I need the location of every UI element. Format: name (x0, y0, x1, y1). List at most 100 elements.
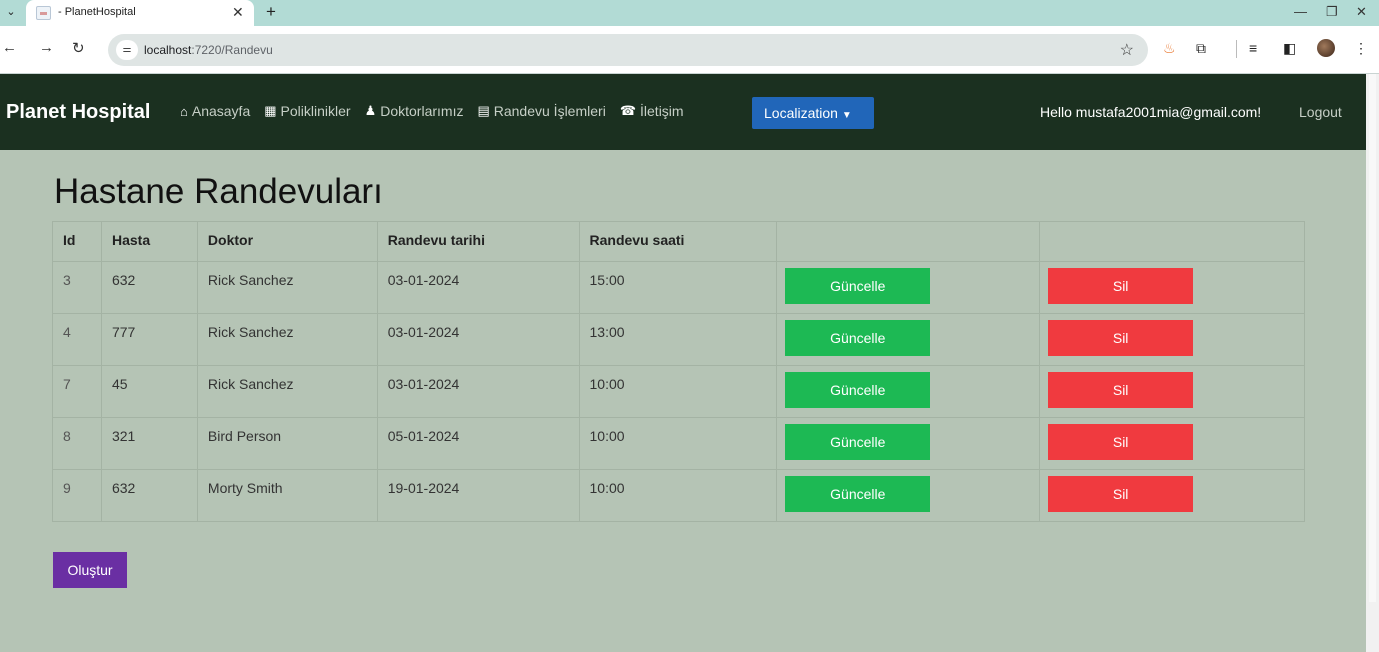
nav-link-poliklinikler[interactable]: ▦ Poliklinikler (264, 103, 350, 119)
cell-update: Güncelle (776, 469, 1041, 522)
nav-link-doktorlar[interactable]: ♟ Doktorlarımız (365, 103, 464, 119)
side-panel-icon[interactable]: ◧ (1283, 40, 1296, 57)
cell-doktor: Rick Sanchez (196, 313, 378, 366)
table-row: 3 632 Rick Sanchez 03-01-2024 15:00 Günc… (52, 261, 1305, 314)
cell-tarih: 03-01-2024 (376, 261, 580, 314)
table-row: 9 632 Morty Smith 19-01-2024 10:00 Günce… (52, 469, 1305, 522)
cell-update: Güncelle (776, 313, 1041, 366)
page-title: Hastane Randevuları (54, 172, 383, 211)
column-header: Id (52, 221, 102, 262)
cell-saat: 10:00 (578, 417, 778, 470)
column-header: Hasta (100, 221, 198, 262)
browser-tab[interactable]: - PlanetHospital ✕ (26, 0, 254, 26)
home-icon: ⌂ (180, 103, 188, 119)
cell-hasta: 632 (100, 261, 198, 314)
hospital-icon: ▦ (264, 103, 277, 118)
table-row: 7 45 Rick Sanchez 03-01-2024 10:00 Günce… (52, 365, 1305, 418)
close-tab-icon[interactable]: ✕ (232, 4, 244, 21)
table-row: 4 777 Rick Sanchez 03-01-2024 13:00 Günc… (52, 313, 1305, 366)
delete-button[interactable]: Sil (1048, 268, 1194, 304)
cell-delete: Sil (1039, 417, 1305, 470)
extensions-puzzle-icon[interactable]: ⧉ (1196, 40, 1206, 57)
brand-link[interactable]: Planet Hospital (6, 101, 150, 124)
cell-saat: 10:00 (578, 365, 778, 418)
cell-tarih: 19-01-2024 (376, 469, 580, 522)
url-bar[interactable]: ⚌ localhost:7220/Randevu ☆ (108, 34, 1148, 66)
forward-icon[interactable]: → (39, 39, 54, 56)
delete-button[interactable]: Sil (1048, 424, 1194, 460)
appointments-table: Id Hasta Doktor Randevu tarihi Randevu s… (52, 221, 1305, 522)
scrollbar-thumb[interactable] (1369, 74, 1376, 602)
address-bar: ← → ↻ ⚌ localhost:7220/Randevu ☆ ♨ ⧉ ≡ ◧… (0, 26, 1379, 74)
table-row: 8 321 Bird Person 05-01-2024 10:00 Günce… (52, 417, 1305, 470)
cell-doktor: Morty Smith (196, 469, 378, 522)
extension-flame-icon[interactable]: ♨ (1163, 40, 1176, 57)
nav-links: ⌂ Anasayfa ▦ Poliklinikler ♟ Doktorlarımız … (180, 103, 684, 119)
cell-id: 9 (52, 469, 102, 522)
column-header (776, 221, 1041, 262)
cell-hasta: 632 (100, 469, 198, 522)
cell-hasta: 321 (100, 417, 198, 470)
bookmark-star-icon[interactable]: ☆ (1120, 40, 1134, 60)
caret-down-icon: ▼ (841, 110, 852, 121)
create-button[interactable]: Oluştur (53, 552, 127, 588)
cell-hasta: 777 (100, 313, 198, 366)
cell-update: Güncelle (776, 417, 1041, 470)
site-navbar: Planet Hospital ⌂ Anasayfa ▦ Poliklinikler… (0, 74, 1366, 150)
cell-id: 7 (52, 365, 102, 418)
logout-link[interactable]: Logout (1299, 104, 1342, 120)
cell-saat: 10:00 (578, 469, 778, 522)
doctor-icon: ♟ (364, 103, 377, 118)
new-tab-icon[interactable]: + (266, 2, 276, 22)
column-header: Randevu saati (578, 221, 778, 262)
reload-icon[interactable]: ↻ (72, 39, 85, 57)
favicon-icon (36, 6, 51, 20)
user-greeting[interactable]: Hello mustafa2001mia@gmail.com! (1040, 104, 1261, 120)
url-text[interactable]: localhost:7220/Randevu (144, 43, 273, 57)
browser-tabstrip: ⌄ - PlanetHospital ✕ + — ❐ ✕ (0, 0, 1379, 26)
update-button[interactable]: Güncelle (785, 320, 931, 356)
update-button[interactable]: Güncelle (785, 268, 931, 304)
site-info-icon[interactable]: ⚌ (116, 40, 138, 60)
localization-dropdown[interactable]: Localization ▼ (752, 97, 874, 129)
table-header-row: Id Hasta Doktor Randevu tarihi Randevu s… (52, 221, 1305, 262)
update-button[interactable]: Güncelle (785, 372, 931, 408)
cell-delete: Sil (1039, 313, 1305, 366)
profile-avatar-icon[interactable] (1317, 39, 1335, 57)
nav-link-anasayfa[interactable]: ⌂ Anasayfa (180, 103, 250, 119)
cell-tarih: 03-01-2024 (376, 313, 580, 366)
column-header: Doktor (196, 221, 378, 262)
delete-button[interactable]: Sil (1048, 476, 1194, 512)
close-window-icon[interactable]: ✕ (1356, 4, 1367, 20)
cell-tarih: 05-01-2024 (376, 417, 580, 470)
menu-kebab-icon[interactable]: ⋮ (1354, 40, 1368, 57)
reading-list-icon[interactable]: ≡ (1249, 40, 1257, 56)
cell-saat: 15:00 (578, 261, 778, 314)
nav-link-randevu[interactable]: ▤ Randevu İşlemleri (477, 103, 605, 119)
page-content: Planet Hospital ⌂ Anasayfa ▦ Poliklinikler… (0, 74, 1366, 652)
tab-title: - PlanetHospital (58, 6, 136, 18)
nav-link-iletisim[interactable]: ☎ İletişim (620, 103, 684, 119)
back-icon[interactable]: ← (2, 39, 17, 56)
minimize-icon[interactable]: — (1294, 4, 1307, 19)
cell-delete: Sil (1039, 261, 1305, 314)
document-icon: ▤ (477, 103, 490, 118)
delete-button[interactable]: Sil (1048, 372, 1194, 408)
cell-doktor: Rick Sanchez (196, 261, 378, 314)
update-button[interactable]: Güncelle (785, 424, 931, 460)
toolbar-divider (1236, 40, 1237, 58)
delete-button[interactable]: Sil (1048, 320, 1194, 356)
cell-id: 4 (52, 313, 102, 366)
cell-hasta: 45 (100, 365, 198, 418)
cell-saat: 13:00 (578, 313, 778, 366)
cell-doktor: Bird Person (196, 417, 378, 470)
phone-icon: ☎ (619, 103, 637, 118)
tab-search-chevron-icon[interactable]: ⌄ (0, 0, 22, 26)
restore-icon[interactable]: ❐ (1326, 4, 1338, 20)
cell-update: Güncelle (776, 365, 1041, 418)
cell-id: 3 (52, 261, 102, 314)
cell-tarih: 03-01-2024 (376, 365, 580, 418)
update-button[interactable]: Güncelle (785, 476, 931, 512)
cell-id: 8 (52, 417, 102, 470)
page-scrollbar[interactable] (1366, 74, 1379, 652)
